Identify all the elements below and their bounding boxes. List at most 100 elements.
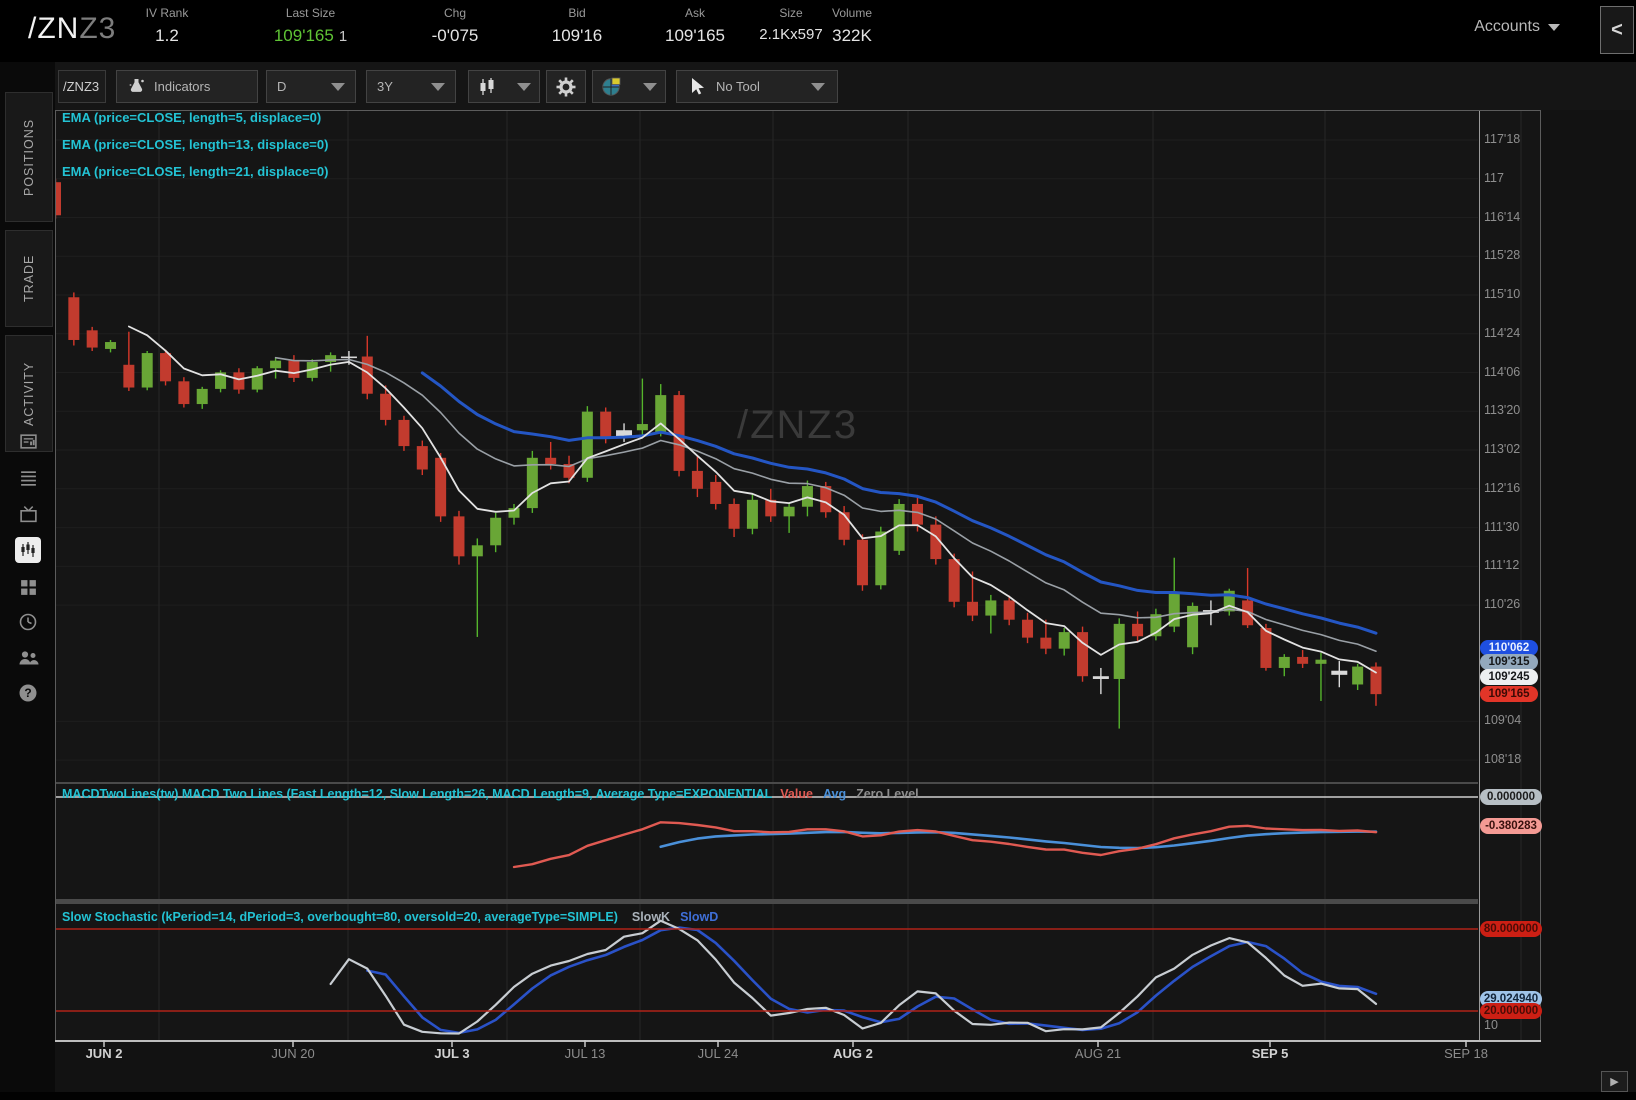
field-label: Volume (812, 6, 892, 20)
interval-dropdown[interactable]: D (266, 70, 356, 103)
quote-field-volume: Volume 322K (812, 6, 892, 46)
price-tick-label: 112'16 (1484, 481, 1520, 495)
range-value: 3Y (377, 79, 393, 94)
price-axis-separator (1479, 111, 1480, 1041)
svg-text:?: ? (24, 686, 31, 700)
time-tick-label: JUN 2 (86, 1046, 123, 1061)
field-label: Last Size (228, 6, 393, 20)
symbol-input[interactable]: /ZNZ3 (58, 70, 106, 103)
time-tick-label: JUL 3 (434, 1046, 469, 1061)
time-tick-label: SEP 5 (1252, 1046, 1289, 1061)
quote-header: /ZNZ3 IV Rank 1.2 Last Size 109'1651 Chg… (0, 0, 1636, 62)
range-dropdown[interactable]: 3Y (366, 70, 456, 103)
contacts-icon[interactable] (15, 644, 41, 670)
gear-icon (556, 77, 576, 97)
price-bubble: 109'315 (1480, 654, 1538, 670)
tool-label: No Tool (716, 79, 760, 94)
quote-field-last-size: Last Size 109'1651 (228, 6, 393, 46)
cursor-icon (689, 77, 706, 96)
price-tick-label: 108'18 (1484, 752, 1521, 766)
chart-settings-button[interactable] (546, 70, 586, 103)
macd-legend-avg: Avg (823, 787, 846, 801)
field-label: Bid (517, 6, 637, 20)
list-icon[interactable] (15, 465, 41, 491)
price-tick-label: 117 (1484, 171, 1504, 185)
price-tick-label: 109'04 (1484, 713, 1521, 727)
bid-value: 109'16 (517, 26, 637, 46)
ask-value: 109'165 (634, 26, 756, 46)
stoch-label-text: Slow Stochastic (kPeriod=14, dPeriod=3, … (62, 910, 618, 924)
monitor-icon[interactable] (15, 501, 41, 527)
ema21-study-label[interactable]: EMA (price=CLOSE, length=21, displace=0) (62, 164, 328, 179)
interval-value: D (277, 79, 286, 94)
last-price: 109'165 (274, 26, 334, 45)
ema13-study-label[interactable]: EMA (price=CLOSE, length=13, displace=0) (62, 137, 328, 152)
stoch-bubble: 20.000000 (1480, 1003, 1542, 1019)
quote-field-ask: Ask 109'165 (634, 6, 756, 46)
field-label: Ask (634, 6, 756, 20)
ema5-study-label[interactable]: EMA (price=CLOSE, length=5, displace=0) (62, 110, 321, 125)
trading-app-window: /ZNZ3 IV Rank 1.2 Last Size 109'1651 Chg… (0, 0, 1636, 1100)
sidebar-tab-positions[interactable]: POSITIONS (5, 92, 53, 222)
left-sidebar: POSITIONS TRADE ACTIVITY ? (0, 62, 55, 1100)
chart-region (55, 110, 1541, 1041)
macd-legend-value: Value (780, 787, 813, 801)
time-tick-label: JUL 13 (565, 1046, 606, 1061)
stoch-legend-slowd: SlowD (680, 910, 718, 924)
symbol-input-value: /ZNZ3 (63, 79, 99, 94)
indicators-button[interactable]: Indicators (116, 70, 258, 103)
news-icon[interactable] (15, 428, 41, 454)
accounts-label: Accounts (1474, 18, 1540, 35)
quote-field-iv-rank: IV Rank 1.2 (122, 6, 212, 46)
chart-type-dropdown[interactable] (468, 70, 540, 103)
field-label: IV Rank (122, 6, 212, 20)
time-tick-label: AUG 21 (1075, 1046, 1121, 1061)
help-icon[interactable]: ? (15, 680, 41, 706)
history-clock-icon[interactable] (15, 609, 41, 635)
layout-grid-icon[interactable] (15, 574, 41, 600)
indicators-label: Indicators (154, 79, 210, 94)
macd-bubble: -0.380283 (1480, 818, 1542, 834)
chevron-down-icon (431, 83, 445, 91)
chevron-down-icon (811, 83, 825, 91)
price-tick-label: 115'10 (1484, 287, 1520, 301)
globe-grid-icon (601, 76, 622, 97)
layout-dropdown[interactable] (592, 70, 666, 103)
sidebar-tab-trade[interactable]: TRADE (5, 230, 53, 327)
price-tick-label: 114'06 (1484, 365, 1520, 379)
stoch-bubble: 80.000000 (1480, 921, 1542, 937)
window-bottom-edge (0, 1092, 1636, 1100)
change-value: -0'075 (395, 26, 515, 46)
price-tick-label: 115'28 (1484, 248, 1520, 262)
macd-study-label[interactable]: MACDTwoLines(tw) MACD Two Lines (Fast Le… (62, 787, 919, 801)
price-tick-label: 111'12 (1484, 558, 1519, 572)
candlestick-chart-icon (477, 77, 497, 97)
collapse-icon: < (1611, 19, 1623, 42)
flask-icon (127, 77, 146, 96)
macd-label-text: MACDTwoLines(tw) MACD Two Lines (Fast Le… (62, 787, 772, 801)
price-tick-label: 116'14 (1484, 210, 1520, 224)
quote-field-chg: Chg -0'075 (395, 6, 515, 46)
scroll-right-button[interactable]: ▶ (1601, 1071, 1628, 1092)
drawing-tool-dropdown[interactable]: No Tool (676, 70, 838, 103)
stochastic-study-label[interactable]: Slow Stochastic (kPeriod=14, dPeriod=3, … (62, 910, 718, 924)
volume-value: 322K (812, 26, 892, 46)
accounts-dropdown[interactable]: Accounts (1474, 18, 1560, 36)
symbol-root: /ZN (28, 12, 79, 45)
price-bubble: 109'165 (1480, 686, 1538, 702)
tab-label: POSITIONS (22, 118, 36, 195)
collapse-panel-button[interactable]: < (1600, 6, 1634, 54)
time-tick-label: JUL 24 (698, 1046, 739, 1061)
time-tick-label: JUN 20 (271, 1046, 314, 1061)
symbol-suffix: Z3 (79, 12, 116, 45)
chart-plot-surface[interactable] (56, 111, 1540, 1041)
chevron-down-icon (643, 83, 657, 91)
chevron-down-icon (331, 83, 345, 91)
chevron-down-icon (517, 83, 531, 91)
tab-label: ACTIVITY (22, 361, 36, 425)
price-tick-label: 113'20 (1484, 403, 1520, 417)
stoch-legend-slowk: SlowK (632, 910, 670, 924)
chart-grid-icon[interactable] (15, 537, 41, 563)
chart-toolbar: /ZNZ3 Indicators D 3Y (0, 62, 1636, 110)
tab-label: TRADE (22, 255, 36, 302)
